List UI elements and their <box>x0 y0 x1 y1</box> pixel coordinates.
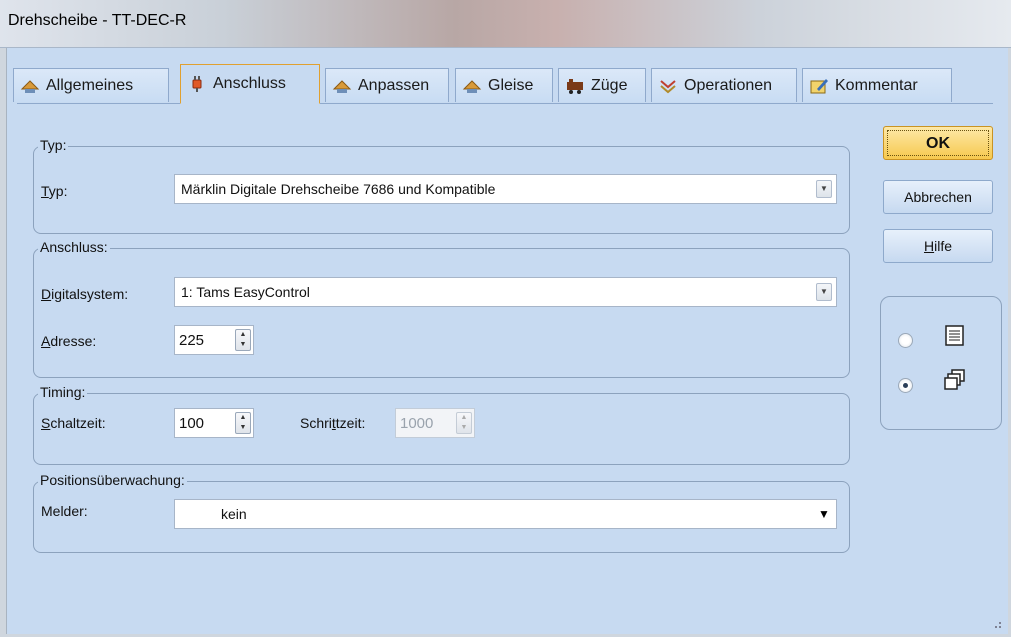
tab-kommentar[interactable]: Kommentar <box>802 68 952 102</box>
schrittzeit-value: 1000 <box>400 415 434 432</box>
label-schaltzeit: Schaltzeit: <box>41 415 106 431</box>
tab-label: Anschluss <box>213 75 286 92</box>
label-digitalsystem: Digitalsystem: <box>41 286 128 302</box>
label-digitalsystem-accesskey: D <box>41 286 52 302</box>
schaltzeit-value: 100 <box>179 415 205 432</box>
digitalsystem-select[interactable]: 1: Tams EasyControl ▼ <box>174 277 837 307</box>
tab-anpassen[interactable]: Anpassen <box>325 68 449 102</box>
dialog-window: Drehscheibe - TT-DEC-R Allgemeines Ansch… <box>0 0 1011 637</box>
tab-label: Züge <box>591 76 628 94</box>
label-schaltzeit-rest: chaltzeit: <box>50 415 106 431</box>
label-schrittzeit-rest: tzeit: <box>335 415 366 431</box>
tab-allgemeines[interactable]: Allgemeines <box>13 68 169 102</box>
tab-label: Kommentar <box>835 76 918 94</box>
hat-icon <box>332 77 352 95</box>
train-icon <box>565 77 585 95</box>
resize-grip-icon[interactable] <box>990 616 1002 628</box>
melder-select-value: kein <box>221 506 247 522</box>
window-frame-left <box>0 48 7 637</box>
group-title-positionsueberwachung: Positionsüberwachung: <box>38 472 187 488</box>
cascade-windows-icon <box>944 369 966 397</box>
tab-gleise[interactable]: Gleise <box>455 68 553 102</box>
title-bar[interactable]: Drehscheibe - TT-DEC-R <box>0 0 1011 48</box>
radio-cascade-view[interactable] <box>898 378 913 393</box>
tab-label: Operationen <box>684 76 773 94</box>
radio-list-view[interactable] <box>898 333 913 348</box>
hat-icon <box>462 77 482 95</box>
typ-select-value: Märklin Digitale Drehscheibe 7686 und Ko… <box>181 181 496 197</box>
chevron-down-icon[interactable]: ▼ <box>816 506 832 524</box>
label-schaltzeit-accesskey: S <box>41 415 51 431</box>
spinner-arrows-icon: ▲ ▼ <box>456 412 472 434</box>
chevron-down-icon[interactable]: ▼ <box>816 180 832 198</box>
label-digitalsystem-rest: igitalsystem: <box>51 286 129 302</box>
tab-label: Allgemeines <box>46 76 134 94</box>
label-schrittzeit-pre: Schri <box>300 415 332 431</box>
melder-select[interactable]: kein ▼ <box>174 499 837 529</box>
dialog-client-area: Allgemeines Anschluss Anpassen Gleise Zü… <box>7 48 1008 634</box>
help-button[interactable]: Hilfe <box>883 229 993 263</box>
tab-label: Anpassen <box>358 76 430 94</box>
comment-icon <box>809 77 829 95</box>
label-adresse: Adresse: <box>41 333 96 349</box>
label-typ-accesskey: T <box>41 183 49 199</box>
tab-anschluss[interactable]: Anschluss <box>180 64 320 104</box>
group-title-typ: Typ: <box>38 137 69 153</box>
view-options-group <box>880 296 1002 430</box>
list-view-icon <box>945 325 965 353</box>
digitalsystem-select-value: 1: Tams EasyControl <box>181 284 310 300</box>
ok-button-label: OK <box>887 130 989 156</box>
help-button-accesskey: H <box>923 238 935 254</box>
group-title-timing: Timing: <box>38 384 88 400</box>
tab-operationen[interactable]: Operationen <box>651 68 797 102</box>
spinner-arrows-icon[interactable]: ▲ ▼ <box>235 329 251 351</box>
label-melder: Melder: <box>41 503 88 519</box>
tab-label: Gleise <box>488 76 534 94</box>
schrittzeit-spinner: 1000 ▲ ▼ <box>395 408 475 438</box>
plug-icon <box>187 75 207 93</box>
tab-zuege[interactable]: Züge <box>558 68 646 102</box>
typ-select[interactable]: Märklin Digitale Drehscheibe 7686 und Ko… <box>174 174 837 204</box>
label-adresse-accesskey: A <box>41 333 51 349</box>
label-typ-rest: yp: <box>48 183 68 199</box>
adresse-value: 225 <box>179 332 205 349</box>
chevron-down-icon[interactable]: ▼ <box>816 283 832 301</box>
group-anschluss: Anschluss: <box>33 239 850 378</box>
label-typ: Typ: <box>41 183 67 199</box>
adresse-spinner[interactable]: 225 ▲ ▼ <box>174 325 254 355</box>
window-title: Drehscheibe - TT-DEC-R <box>8 12 187 29</box>
ok-button[interactable]: OK <box>883 126 993 160</box>
hat-icon <box>20 77 40 95</box>
schaltzeit-spinner[interactable]: 100 ▲ ▼ <box>174 408 254 438</box>
label-adresse-rest: dresse: <box>50 333 97 349</box>
spinner-arrows-icon[interactable]: ▲ ▼ <box>235 412 251 434</box>
group-title-anschluss: Anschluss: <box>38 239 110 255</box>
cancel-button[interactable]: Abbrechen <box>883 180 993 214</box>
help-button-rest: ilfe <box>934 238 953 254</box>
operations-icon <box>658 77 678 95</box>
label-schrittzeit: Schrittzeit: <box>300 415 365 431</box>
